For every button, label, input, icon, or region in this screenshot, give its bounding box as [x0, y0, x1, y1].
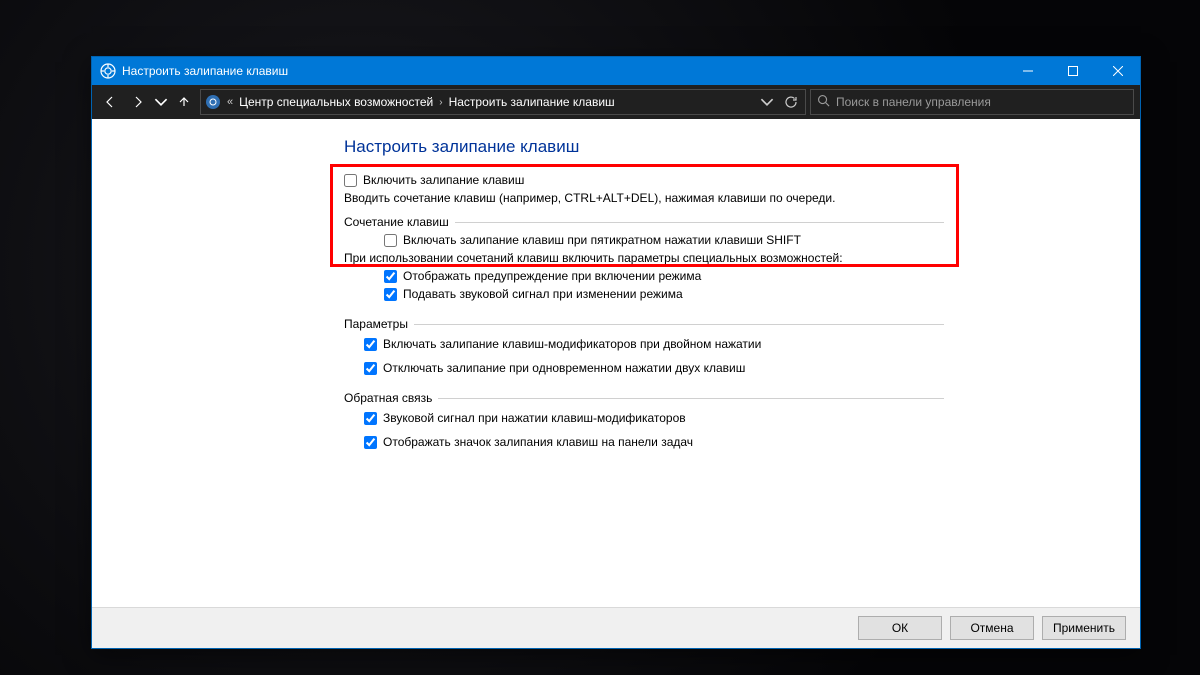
address-dropdown[interactable]	[759, 90, 775, 114]
recent-dropdown[interactable]	[154, 90, 168, 114]
label-lock-double: Включать залипание клавиш-модификаторов …	[383, 337, 761, 351]
checkbox-enable-sticky[interactable]	[344, 174, 357, 187]
breadcrumb-seg-1[interactable]: Центр специальных возможностей	[239, 95, 433, 109]
up-button[interactable]	[172, 90, 196, 114]
label-tray-icon: Отображать значок залипания клавиш на па…	[383, 435, 693, 449]
group-shortcut-label: Сочетание клавиш	[344, 215, 449, 229]
nav-toolbar: « Центр специальных возможностей › Настр…	[92, 85, 1140, 119]
checkbox-sound-press[interactable]	[364, 412, 377, 425]
label-enable-sticky: Включить залипание клавиш	[363, 173, 524, 187]
label-warn: Отображать предупреждение при включении …	[403, 269, 701, 283]
group-feedback: Обратная связь	[344, 391, 944, 405]
label-turnoff-two: Отключать залипание при одновременном на…	[383, 361, 745, 375]
minimize-button[interactable]	[1005, 57, 1050, 85]
checkbox-sound-change[interactable]	[384, 288, 397, 301]
addr-double-chevron-icon: «	[227, 96, 233, 108]
close-button[interactable]	[1095, 57, 1140, 85]
group-params: Параметры	[344, 317, 944, 331]
back-button[interactable]	[98, 90, 122, 114]
search-input[interactable]: Поиск в панели управления	[810, 89, 1134, 115]
checkbox-warn[interactable]	[384, 270, 397, 283]
enable-sticky-desc: Вводить сочетание клавиш (например, CTRL…	[344, 191, 944, 205]
ok-button[interactable]: ОК	[858, 616, 942, 640]
when-using-desc: При использовании сочетаний клавиш включ…	[344, 251, 944, 265]
page-title: Настроить залипание клавиш	[344, 137, 944, 157]
window-title: Настроить залипание клавиш	[122, 64, 288, 78]
apply-button[interactable]: Применить	[1042, 616, 1126, 640]
ease-of-access-icon	[205, 94, 221, 110]
chevron-right-icon: ›	[439, 97, 442, 108]
desktop-background: Настроить залипание клавиш	[0, 0, 1200, 675]
search-placeholder: Поиск в панели управления	[836, 95, 991, 109]
search-icon	[817, 94, 830, 110]
label-sound-change: Подавать звуковой сигнал при изменении р…	[403, 287, 683, 301]
group-shortcut: Сочетание клавиш	[344, 215, 944, 229]
group-params-label: Параметры	[344, 317, 408, 331]
address-bar[interactable]: « Центр специальных возможностей › Настр…	[200, 89, 806, 115]
checkbox-turnoff-two[interactable]	[364, 362, 377, 375]
checkbox-lock-double[interactable]	[364, 338, 377, 351]
content-area: Настроить залипание клавиш Включить зали…	[92, 119, 1140, 607]
dialog-footer: ОК Отмена Применить	[92, 607, 1140, 648]
app-icon	[100, 63, 116, 79]
breadcrumb-seg-2[interactable]: Настроить залипание клавиш	[449, 95, 615, 109]
checkbox-shift5[interactable]	[384, 234, 397, 247]
apply-label: Применить	[1053, 621, 1115, 635]
cancel-button[interactable]: Отмена	[950, 616, 1034, 640]
titlebar[interactable]: Настроить залипание клавиш	[92, 57, 1140, 85]
forward-button[interactable]	[126, 90, 150, 114]
label-shift5: Включать залипание клавиш при пятикратно…	[403, 233, 801, 247]
control-panel-window: Настроить залипание клавиш	[91, 56, 1141, 649]
cancel-label: Отмена	[970, 621, 1013, 635]
maximize-button[interactable]	[1050, 57, 1095, 85]
ok-label: ОК	[892, 621, 908, 635]
refresh-button[interactable]	[781, 90, 801, 114]
checkbox-tray-icon[interactable]	[364, 436, 377, 449]
label-sound-press: Звуковой сигнал при нажатии клавиш-модиф…	[383, 411, 686, 425]
group-feedback-label: Обратная связь	[344, 391, 432, 405]
